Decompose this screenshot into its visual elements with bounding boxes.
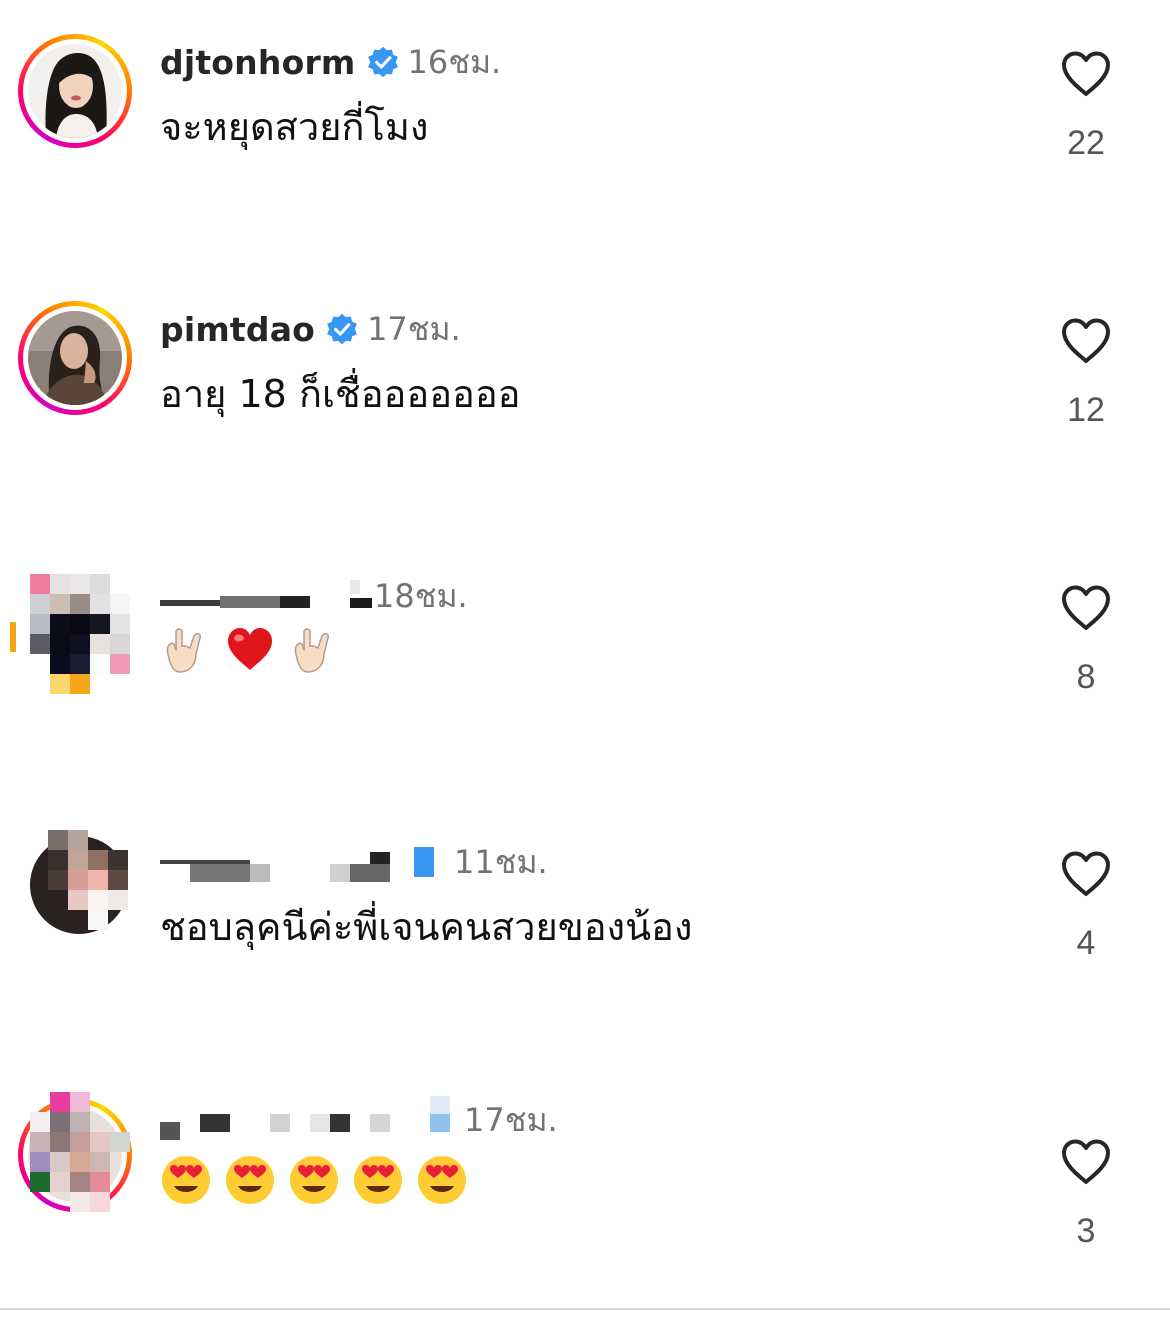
heart-eyes-icon bbox=[418, 1156, 466, 1204]
verified-badge-icon bbox=[366, 45, 400, 79]
rock-on-hand-icon bbox=[294, 628, 330, 673]
comment-item: 11ชม. ชอบลุคนีค่ะพี่เจนคนสวยของน้อง 4 bbox=[0, 800, 1170, 1050]
heart-outline-icon[interactable] bbox=[1060, 50, 1112, 98]
heart-eyes-icon bbox=[226, 1156, 274, 1204]
like-count: 8 bbox=[1076, 658, 1096, 696]
heart-outline-icon[interactable] bbox=[1060, 584, 1112, 632]
story-avatar[interactable] bbox=[18, 301, 132, 415]
heart-eyes-icon bbox=[290, 1156, 338, 1204]
username-redacted[interactable] bbox=[160, 576, 372, 616]
rock-on-hand-icon bbox=[166, 628, 202, 673]
story-avatar[interactable] bbox=[10, 570, 130, 694]
heart-eyes-icon bbox=[354, 1156, 402, 1204]
red-heart-icon bbox=[228, 628, 272, 670]
comment-time: 17ชม. bbox=[367, 309, 461, 348]
like-column: 8 bbox=[1040, 584, 1132, 697]
comment-text: จะหยุดสวยกี่โมง bbox=[160, 105, 429, 149]
comment-time: 18ชม. bbox=[374, 576, 468, 615]
like-column: 12 bbox=[1040, 317, 1132, 430]
like-count: 4 bbox=[1076, 924, 1096, 962]
username[interactable]: pimtdao bbox=[160, 310, 315, 349]
heart-eyes-icon bbox=[162, 1156, 210, 1204]
like-column: 4 bbox=[1040, 850, 1132, 963]
like-count: 12 bbox=[1067, 391, 1105, 429]
comment-item: 17ชม. 3 bbox=[0, 1068, 1170, 1318]
heart-outline-icon[interactable] bbox=[1060, 850, 1112, 898]
story-avatar[interactable] bbox=[18, 34, 132, 148]
bottom-divider bbox=[0, 1308, 1170, 1310]
heart-outline-icon[interactable] bbox=[1060, 1138, 1112, 1186]
heart-outline-icon[interactable] bbox=[1060, 317, 1112, 365]
comment-item: 18ชม. 8 bbox=[0, 534, 1170, 784]
avatar-photo bbox=[28, 44, 122, 138]
like-column: 22 bbox=[1040, 50, 1132, 163]
comment-time: 16ชม. bbox=[407, 42, 502, 81]
comment-header: pimtdao 17ชม. bbox=[160, 307, 461, 351]
comment-header: 11ชม. bbox=[160, 840, 548, 884]
comment-emoji-row bbox=[160, 1154, 468, 1206]
comment-header: djtonhorm 16ชม. bbox=[160, 40, 501, 84]
comment-time: 11ชม. bbox=[454, 842, 548, 881]
story-avatar[interactable] bbox=[26, 830, 140, 944]
comment-item: djtonhorm 16ชม. จะหยุดสวยกี่โมง 22 bbox=[0, 0, 1170, 250]
comments-list: djtonhorm 16ชม. จะหยุดสวยกี่โมง 22 pimtd… bbox=[0, 0, 1170, 1322]
like-count: 3 bbox=[1076, 1212, 1096, 1250]
verified-badge-icon bbox=[325, 312, 359, 346]
username-redacted[interactable] bbox=[160, 842, 420, 882]
comment-header: 18ชม. bbox=[160, 574, 468, 618]
comment-time: 17ชม. bbox=[464, 1100, 558, 1139]
comment-text: ชอบลุคนีค่ะพี่เจนคนสวยของน้อง bbox=[160, 905, 693, 949]
avatar-photo bbox=[28, 311, 122, 405]
story-avatar[interactable] bbox=[18, 1092, 132, 1212]
comment-header: 17ชม. bbox=[160, 1096, 558, 1142]
like-count: 22 bbox=[1067, 124, 1105, 162]
comment-emoji-row bbox=[160, 624, 340, 676]
username-redacted[interactable] bbox=[160, 1096, 452, 1140]
comment-text: อายุ 18 ก็เชื่อออออออ bbox=[160, 372, 521, 416]
username[interactable]: djtonhorm bbox=[160, 43, 356, 82]
comment-item: pimtdao 17ชม. อายุ 18 ก็เชื่อออออออ 12 bbox=[0, 267, 1170, 517]
like-column: 3 bbox=[1040, 1138, 1132, 1251]
